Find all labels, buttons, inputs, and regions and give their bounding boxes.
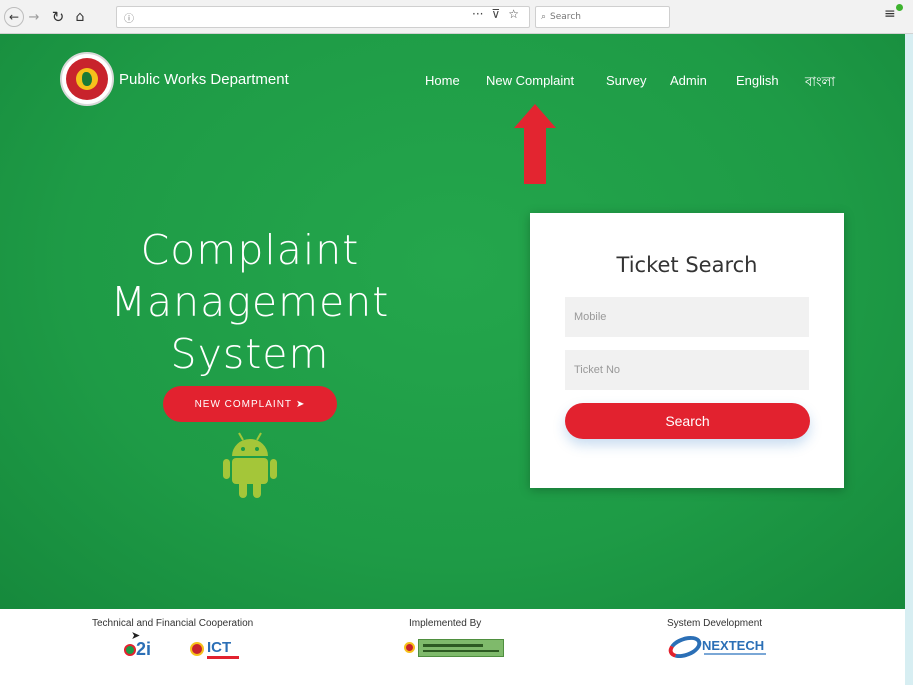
- ict-division-logo[interactable]: ICT: [190, 639, 242, 663]
- annotation-arrow-shaft: [524, 126, 546, 184]
- a2i-circle: [124, 644, 136, 656]
- pwd-seal: [404, 642, 415, 653]
- annotation-arrow-head: [514, 104, 556, 128]
- ict-logo-text: ICT: [207, 639, 232, 656]
- page-main: Public Works Department Home New Complai…: [0, 34, 905, 609]
- ticket-no-input[interactable]: [565, 350, 809, 390]
- nav-admin[interactable]: Admin: [670, 73, 707, 88]
- nav-new-complaint[interactable]: New Complaint: [486, 73, 574, 88]
- hero-title-line-2: Management: [110, 278, 390, 326]
- more-icon[interactable]: ···: [472, 7, 483, 21]
- nextech-logo[interactable]: NEXTECH: [665, 631, 778, 663]
- ict-seal: [190, 642, 204, 656]
- map-icon: [82, 72, 92, 86]
- info-icon[interactable]: ⓘ: [124, 10, 134, 25]
- update-badge-icon: [896, 4, 903, 11]
- menu-icon[interactable]: ≡: [884, 4, 903, 26]
- ticket-search-card: Ticket Search Search: [530, 213, 844, 488]
- ticket-search-title: Ticket Search: [616, 253, 758, 277]
- back-arrow-icon[interactable]: ←: [4, 7, 24, 27]
- android-icon[interactable]: [222, 430, 278, 500]
- hero-title-line-1: Complaint: [140, 226, 360, 274]
- reload-icon[interactable]: ↻: [50, 7, 66, 27]
- nextech-logo-text: NEXTECH: [702, 638, 765, 653]
- url-tools: ··· ⊽ ☆: [472, 7, 519, 21]
- bookmark-star-icon[interactable]: ☆: [508, 7, 519, 21]
- hero-title-line-3: System: [170, 330, 330, 378]
- pocket-icon[interactable]: ⊽: [491, 7, 500, 21]
- footer: Technical and Financial Cooperation ➤ 2i…: [0, 609, 905, 685]
- a2i-logo[interactable]: 2i: [124, 639, 158, 661]
- new-complaint-button[interactable]: NEW COMPLAINT ➤: [163, 386, 337, 422]
- nextech-sub-line: [704, 653, 766, 655]
- seal-ring: [66, 58, 108, 100]
- home-icon[interactable]: ⌂: [72, 7, 88, 27]
- nav-english[interactable]: English: [736, 73, 779, 88]
- forward-arrow-icon[interactable]: →: [27, 7, 41, 27]
- brand-name[interactable]: Public Works Department: [119, 71, 289, 88]
- pwd-banner: [418, 639, 504, 657]
- search-icon: ⌕: [541, 12, 547, 22]
- implemented-by-label: Implemented By: [409, 618, 482, 629]
- nextech-swirl: [665, 631, 705, 663]
- nav-bangla[interactable]: বাংলা: [805, 73, 835, 94]
- seal-inner: [76, 68, 98, 90]
- government-seal-logo[interactable]: [60, 52, 114, 106]
- browser-search-input[interactable]: ⌕ Search: [535, 6, 670, 28]
- nav-home[interactable]: Home: [425, 73, 460, 88]
- new-complaint-label: NEW COMPLAINT: [194, 398, 293, 410]
- hero-title: Complaint Management System: [90, 224, 410, 380]
- system-development-label: System Development: [667, 618, 763, 629]
- pwd-logo[interactable]: [404, 639, 504, 657]
- ict-underline: [207, 656, 239, 659]
- url-bar[interactable]: ⓘ: [116, 6, 530, 28]
- browser-search-placeholder: Search: [550, 12, 581, 22]
- mobile-input[interactable]: [565, 297, 809, 337]
- tech-coop-label: Technical and Financial Cooperation: [92, 618, 254, 629]
- nav-survey[interactable]: Survey: [606, 73, 646, 88]
- browser-toolbar: ← → ↻ ⌂ ⓘ ··· ⊽ ☆ ⌕ Search ≡: [0, 0, 913, 34]
- mouse-cursor-icon: ➤: [296, 398, 306, 410]
- search-button[interactable]: Search: [565, 403, 810, 439]
